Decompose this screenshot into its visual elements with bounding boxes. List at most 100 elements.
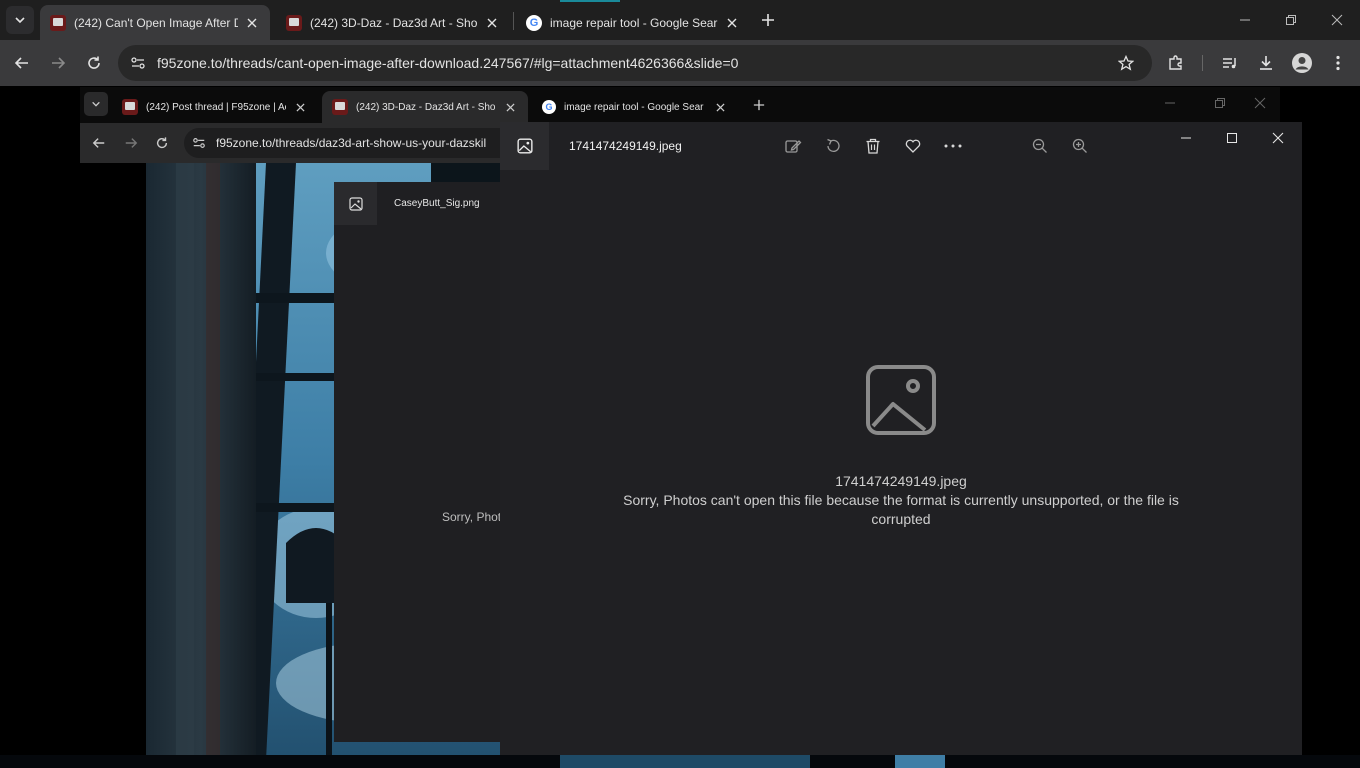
inner-tab-search-button[interactable] [84,92,108,116]
more-icon [943,144,963,148]
bookmark-button[interactable] [1111,48,1141,78]
favorite-button[interactable] [899,132,927,160]
new-tab-button[interactable] [753,5,783,35]
outer-tab-bar: (242) Can't Open Image After D (242) 3D-… [0,0,1360,40]
downloads-button[interactable] [1251,48,1281,78]
rotate-icon [824,137,842,155]
menu-button[interactable] [1323,48,1353,78]
plus-icon [753,99,765,111]
more-button[interactable] [939,132,967,160]
url-text: f95zone.to/threads/cant-open-image-after… [157,55,739,71]
address-bar[interactable]: f95zone.to/threads/cant-open-image-after… [118,45,1152,81]
arrow-left-icon [92,136,106,150]
inner-address-bar[interactable]: f95zone.to/threads/daz3d-art-show-us-you… [184,128,514,158]
taskbar-strip [0,755,1360,768]
close-icon[interactable] [292,99,308,115]
outer-tab-daz[interactable]: (242) 3D-Daz - Daz3d Art - Sho [276,5,510,40]
reload-icon [86,55,102,71]
delete-button[interactable] [859,132,887,160]
media-queue-icon [1221,54,1239,72]
minimize-button[interactable] [1222,0,1268,40]
photos-app-window: 1741474249149.jpeg 1741474249149.jpeg So… [500,122,1302,755]
outer-tab-google[interactable]: G image repair tool - Google Sear [516,5,750,40]
photo-bottom-edge [560,755,810,768]
google-favicon: G [526,14,542,31]
zoom-in-icon [1072,138,1088,154]
broken-image-icon [865,364,937,436]
reload-icon [155,136,169,150]
arrow-right-icon [50,55,66,71]
plus-icon [761,13,775,27]
image-icon [516,138,533,154]
zoom-out-icon [1032,138,1048,154]
inner-tab-post-thread[interactable]: (242) Post thread | F95zone | Ac [112,91,318,123]
download-icon [1257,54,1275,72]
small-photos-filename: CaseyButt_Sig.png [394,198,480,209]
site-info-icon[interactable] [128,55,148,71]
tab-separator [513,12,514,30]
close-icon[interactable] [712,99,728,115]
error-message-line2: corrupted [871,511,931,527]
f95-favicon [50,14,66,31]
arrow-right-icon [124,136,138,150]
forward-button[interactable] [43,48,73,78]
photos-maximize-button[interactable] [1218,124,1246,152]
chevron-down-icon [91,99,101,109]
inner-back-button[interactable] [84,128,114,158]
media-controls-button[interactable] [1215,48,1245,78]
restore-button[interactable] [1268,0,1314,40]
site-info-icon[interactable] [192,136,206,150]
profile-button[interactable] [1287,48,1317,78]
chevron-down-icon [14,14,26,26]
error-message-line1: Sorry, Photos can't open this file becau… [623,492,1179,508]
inner-new-tab-button[interactable] [744,90,774,120]
inner-tab-daz[interactable]: (242) 3D-Daz - Daz3d Art - Sho [322,91,528,123]
photos-filename: 1741474249149.jpeg [569,139,682,153]
close-icon[interactable] [724,15,740,31]
maximize-icon [1226,132,1238,144]
inner-close-icon[interactable] [1254,97,1266,109]
close-icon[interactable] [484,15,500,31]
toolbar-separator [1202,55,1203,71]
inner-minimize-icon[interactable] [1164,97,1176,109]
inner-toolbar: f95zone.to/threads/daz3d-art-show-us-you… [80,123,514,163]
rotate-button[interactable] [819,132,847,160]
inner-tab-google[interactable]: G image repair tool - Google Sear [532,91,738,123]
extensions-button[interactable] [1161,48,1191,78]
edit-icon [784,137,802,155]
inner-forward-button[interactable] [116,128,146,158]
zoom-out-button[interactable] [1026,132,1054,160]
tab-title: (242) Post thread | F95zone | Ac [146,101,286,113]
restore-icon [1285,14,1297,26]
zoom-in-button[interactable] [1066,132,1094,160]
photos-app-button[interactable] [500,122,549,170]
close-icon [1331,14,1343,26]
close-icon[interactable] [244,15,260,31]
small-photos-error: Sorry, Phot [442,510,502,524]
inner-restore-icon[interactable] [1214,97,1226,109]
tab-title: (242) 3D-Daz - Daz3d Art - Sho [310,15,478,30]
minimize-icon [1180,132,1192,144]
loading-indicator [560,0,620,2]
photos-close-button[interactable] [1264,124,1292,152]
outer-tab-cant-open[interactable]: (242) Can't Open Image After D [40,5,270,40]
f95-favicon [332,99,348,115]
tab-search-button[interactable] [6,6,34,34]
small-photos-app-button[interactable] [334,182,377,225]
delete-icon [864,137,882,155]
inner-reload-button[interactable] [147,128,177,158]
error-filename: 1741474249149.jpeg [835,473,967,489]
puzzle-icon [1167,54,1185,72]
close-window-button[interactable] [1314,0,1360,40]
reload-button[interactable] [79,48,109,78]
inner-tab-bar: (242) Post thread | F95zone | Ac (242) 3… [80,87,1280,123]
edit-button[interactable] [779,132,807,160]
inner-url-text: f95zone.to/threads/daz3d-art-show-us-you… [216,136,487,150]
photos-minimize-button[interactable] [1172,124,1200,152]
tab-title: image repair tool - Google Sear [550,15,718,30]
back-button[interactable] [7,48,37,78]
arrow-left-icon [14,55,30,71]
avatar [1291,52,1313,74]
small-photos-window: CaseyButt_Sig.png Sorry, Phot [334,182,504,742]
close-icon[interactable] [502,99,518,115]
